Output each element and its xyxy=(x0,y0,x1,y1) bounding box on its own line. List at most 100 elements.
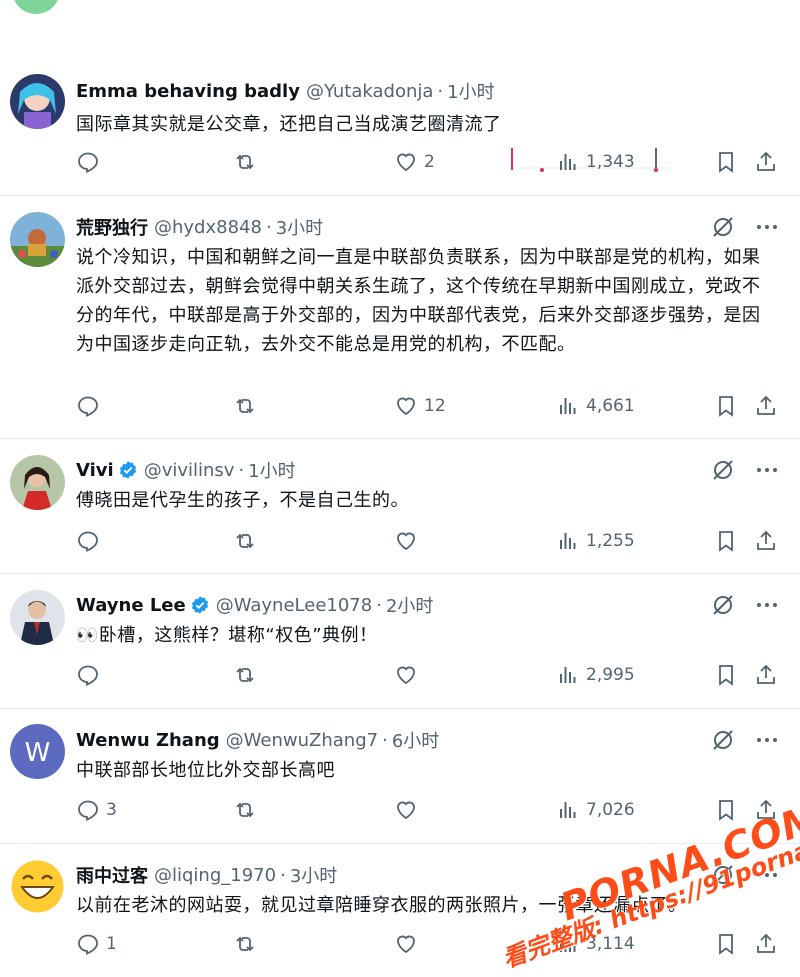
timestamp[interactable]: 2小时 xyxy=(386,592,433,618)
tweet-hydx[interactable]: 荒野独行 @hydx8848 · 3小时 说个冷知识，中国和朝鲜之间一直是中联部… xyxy=(0,196,800,439)
share-button[interactable] xyxy=(754,663,784,687)
tweet-wenwu[interactable]: W Wenwu Zhang @WenwuZhang7 · 6小时 中联部部长地位… xyxy=(0,709,800,844)
display-name[interactable]: Wayne Lee xyxy=(76,595,186,616)
share-icon xyxy=(757,664,775,684)
tweet-text: 👀卧槽，这熊样？堪称“权色”典例！ xyxy=(76,625,378,646)
avatar[interactable] xyxy=(10,74,65,129)
bookmark-button[interactable] xyxy=(714,150,744,174)
reply-button[interactable]: 1 xyxy=(76,932,117,956)
timestamp[interactable]: 3小时 xyxy=(290,862,337,888)
tweet-actions: 3 7,026 xyxy=(76,798,780,828)
display-name[interactable]: Vivi xyxy=(76,460,114,481)
views-icon xyxy=(560,936,576,952)
bookmark-button[interactable] xyxy=(714,394,744,418)
user-handle[interactable]: @hydx8848 xyxy=(154,217,262,238)
views-button[interactable]: 7,026 xyxy=(556,798,635,822)
timestamp[interactable]: 1小时 xyxy=(447,78,494,104)
reply-icon xyxy=(78,800,98,821)
like-button[interactable]: 12 xyxy=(394,394,446,418)
tweet-vivi[interactable]: Vivi @vivilinsv · 1小时 傅晓田是代孕生的孩子，不是自己生的。… xyxy=(0,439,800,574)
share-button[interactable] xyxy=(754,798,784,822)
timestamp[interactable]: 1小时 xyxy=(248,457,295,483)
reply-icon xyxy=(78,665,98,686)
retweet-button[interactable] xyxy=(233,529,263,553)
user-handle[interactable]: @WayneLee1078 xyxy=(216,595,372,616)
grok-icon[interactable] xyxy=(710,862,736,888)
share-button[interactable] xyxy=(754,150,784,174)
previous-tweet-avatar[interactable] xyxy=(12,0,60,14)
view-count: 3,114 xyxy=(586,934,635,954)
retweet-button[interactable] xyxy=(233,394,263,418)
reply-button[interactable] xyxy=(76,394,106,418)
share-icon xyxy=(757,799,775,819)
avatar[interactable]: W xyxy=(10,724,65,779)
more-icon[interactable] xyxy=(754,214,780,240)
like-button[interactable] xyxy=(394,529,424,553)
more-icon[interactable] xyxy=(754,457,780,483)
reply-button[interactable] xyxy=(76,529,106,553)
grok-icon[interactable] xyxy=(710,592,736,618)
views-button[interactable]: 1,255 xyxy=(556,529,635,553)
heart-icon xyxy=(397,801,415,820)
bookmark-button[interactable] xyxy=(714,798,744,822)
reply-button[interactable]: 3 xyxy=(76,798,117,822)
timestamp[interactable]: 3小时 xyxy=(276,214,323,240)
share-button[interactable] xyxy=(754,394,784,418)
timestamp[interactable]: 6小时 xyxy=(392,727,439,753)
views-button[interactable]: 1,343 xyxy=(556,150,635,174)
bookmark-button[interactable] xyxy=(714,663,744,687)
grok-icon[interactable] xyxy=(710,457,736,483)
views-button[interactable]: 3,114 xyxy=(556,932,635,956)
tweet-header: Vivi @vivilinsv · 1小时 xyxy=(76,456,296,484)
verified-badge-icon xyxy=(119,461,136,479)
like-button[interactable] xyxy=(394,663,424,687)
reply-icon xyxy=(78,531,98,552)
views-icon xyxy=(560,533,576,549)
heart-icon xyxy=(397,935,415,954)
avatar[interactable] xyxy=(10,859,65,914)
display-name[interactable]: 荒野独行 xyxy=(76,214,148,240)
reply-button[interactable] xyxy=(76,150,106,174)
like-button[interactable] xyxy=(394,798,424,822)
more-icon[interactable] xyxy=(754,592,780,618)
bookmark-button[interactable] xyxy=(714,529,744,553)
reply-button[interactable] xyxy=(76,663,106,687)
tweet-text: 说个冷知识，中国和朝鲜之间一直是中联部负责联系，因为中联部是党的机构，如果派外交… xyxy=(76,247,761,355)
retweet-button[interactable] xyxy=(233,798,263,822)
views-button[interactable]: 4,661 xyxy=(556,394,635,418)
user-handle[interactable]: @WenwuZhang7 xyxy=(226,730,378,751)
display-name[interactable]: Wenwu Zhang xyxy=(76,730,220,751)
display-name[interactable]: Emma behaving badly xyxy=(76,81,300,102)
retweet-button[interactable] xyxy=(233,663,263,687)
avatar[interactable] xyxy=(10,590,65,645)
avatar[interactable] xyxy=(10,455,65,510)
display-name[interactable]: 雨中过客 xyxy=(76,862,148,888)
bookmark-button[interactable] xyxy=(714,932,744,956)
tweet-top-right xyxy=(710,457,780,483)
user-handle[interactable]: @vivilinsv xyxy=(144,460,235,481)
bookmark-icon xyxy=(719,934,733,955)
tweet-header: Wayne Lee @WayneLee1078 · 2小时 xyxy=(76,591,433,619)
more-icon[interactable] xyxy=(754,862,780,888)
avatar[interactable] xyxy=(10,212,65,267)
heart-icon xyxy=(397,666,415,685)
bookmark-icon xyxy=(719,665,733,686)
tweet-emma[interactable]: Emma behaving badly @Yutakadonja · 1小时 国… xyxy=(0,62,800,196)
user-handle[interactable]: @liqing_1970 xyxy=(154,865,276,886)
share-button[interactable] xyxy=(754,932,784,956)
like-button[interactable]: 2 xyxy=(394,150,435,174)
like-button[interactable] xyxy=(394,932,424,956)
tweet-actions: 1,255 xyxy=(76,529,780,559)
retweet-button[interactable] xyxy=(233,150,263,174)
retweet-button[interactable] xyxy=(233,932,263,956)
grok-icon[interactable] xyxy=(710,727,736,753)
bookmark-icon xyxy=(719,531,733,552)
more-icon[interactable] xyxy=(754,727,780,753)
bookmark-icon xyxy=(719,396,733,417)
share-button[interactable] xyxy=(754,529,784,553)
tweet-wayne[interactable]: Wayne Lee @WayneLee1078 · 2小时 👀卧槽，这熊样？堪称… xyxy=(0,574,800,709)
views-button[interactable]: 2,995 xyxy=(556,663,635,687)
user-handle[interactable]: @Yutakadonja xyxy=(306,81,433,102)
grok-icon[interactable] xyxy=(710,214,736,240)
tweet-liqing[interactable]: 雨中过客 @liqing_1970 · 3小时 以前在老沐的网站耍，就见过章陪睡… xyxy=(0,844,800,977)
